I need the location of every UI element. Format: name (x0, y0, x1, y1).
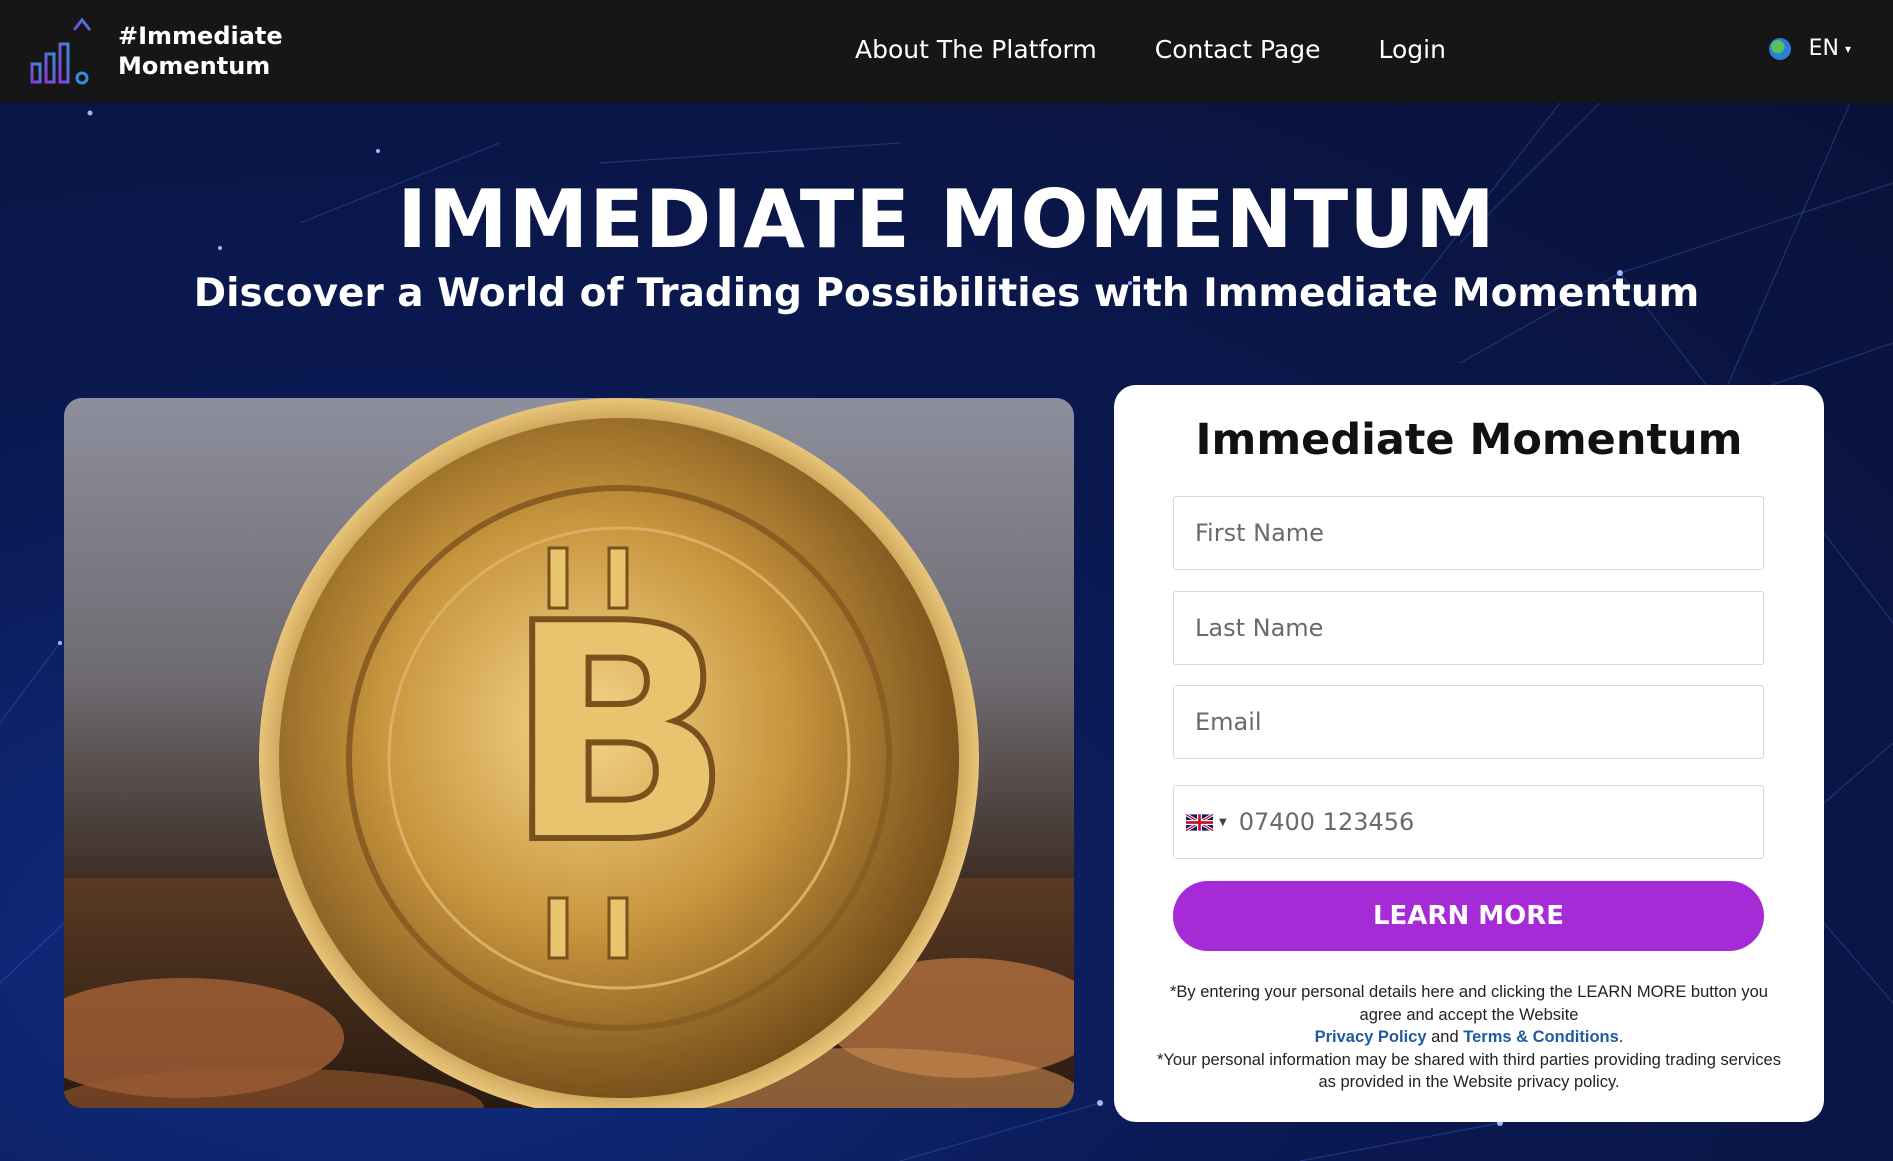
hero-subtitle: Discover a World of Trading Possibilitie… (193, 271, 1700, 316)
form-title: Immediate Momentum (1195, 415, 1743, 465)
language-label: EN (1808, 36, 1839, 61)
caret-down-icon: ▾ (1844, 41, 1851, 56)
country-caret-icon[interactable]: ▼ (1219, 817, 1227, 828)
disclaimer: *By entering your personal details here … (1154, 981, 1784, 1094)
language-selector[interactable]: EN ▾ (1768, 36, 1851, 61)
logo-line-2: Momentum (118, 52, 271, 80)
period-text: . (1618, 1028, 1624, 1046)
phone-input[interactable] (1238, 808, 1763, 836)
phone-field: ▼ (1173, 785, 1764, 859)
uk-flag-icon[interactable] (1186, 813, 1213, 831)
nav-contact[interactable]: Contact Page (1155, 30, 1321, 70)
hero-title: IMMEDIATE MOMENTUM (397, 173, 1496, 266)
first-name-input[interactable] (1173, 496, 1764, 570)
disclaimer-text-1: *By entering your personal details here … (1170, 983, 1768, 1024)
main-nav: About The Platform Contact Page Login (855, 30, 1504, 70)
signup-form-card: Immediate Momentum ▼ LEARN MORE *By ente… (1114, 385, 1824, 1122)
bitcoin-coin-illustration: B (64, 398, 1074, 1108)
nav-about[interactable]: About The Platform (855, 30, 1097, 70)
logo[interactable]: #Immediate Momentum (30, 16, 283, 86)
last-name-input[interactable] (1173, 591, 1764, 665)
and-text: and (1431, 1028, 1459, 1046)
logo-text: #Immediate Momentum (118, 21, 283, 81)
svg-text:B: B (505, 560, 734, 909)
learn-more-button[interactable]: LEARN MORE (1173, 881, 1764, 951)
logo-line-1: #Immediate (118, 22, 283, 50)
logo-chart-icon (30, 17, 92, 85)
nav-login[interactable]: Login (1379, 30, 1446, 70)
privacy-policy-link[interactable]: Privacy Policy (1315, 1028, 1427, 1046)
email-input[interactable] (1173, 685, 1764, 759)
terms-link[interactable]: Terms & Conditions (1463, 1028, 1619, 1046)
bitcoin-image: B (64, 398, 1074, 1108)
globe-icon (1768, 37, 1791, 60)
hero-section: IMMEDIATE MOMENTUM Discover a World of T… (0, 103, 1893, 1161)
disclaimer-text-2: *Your personal information may be shared… (1157, 1050, 1781, 1092)
site-header: #Immediate Momentum About The Platform C… (0, 0, 1893, 103)
